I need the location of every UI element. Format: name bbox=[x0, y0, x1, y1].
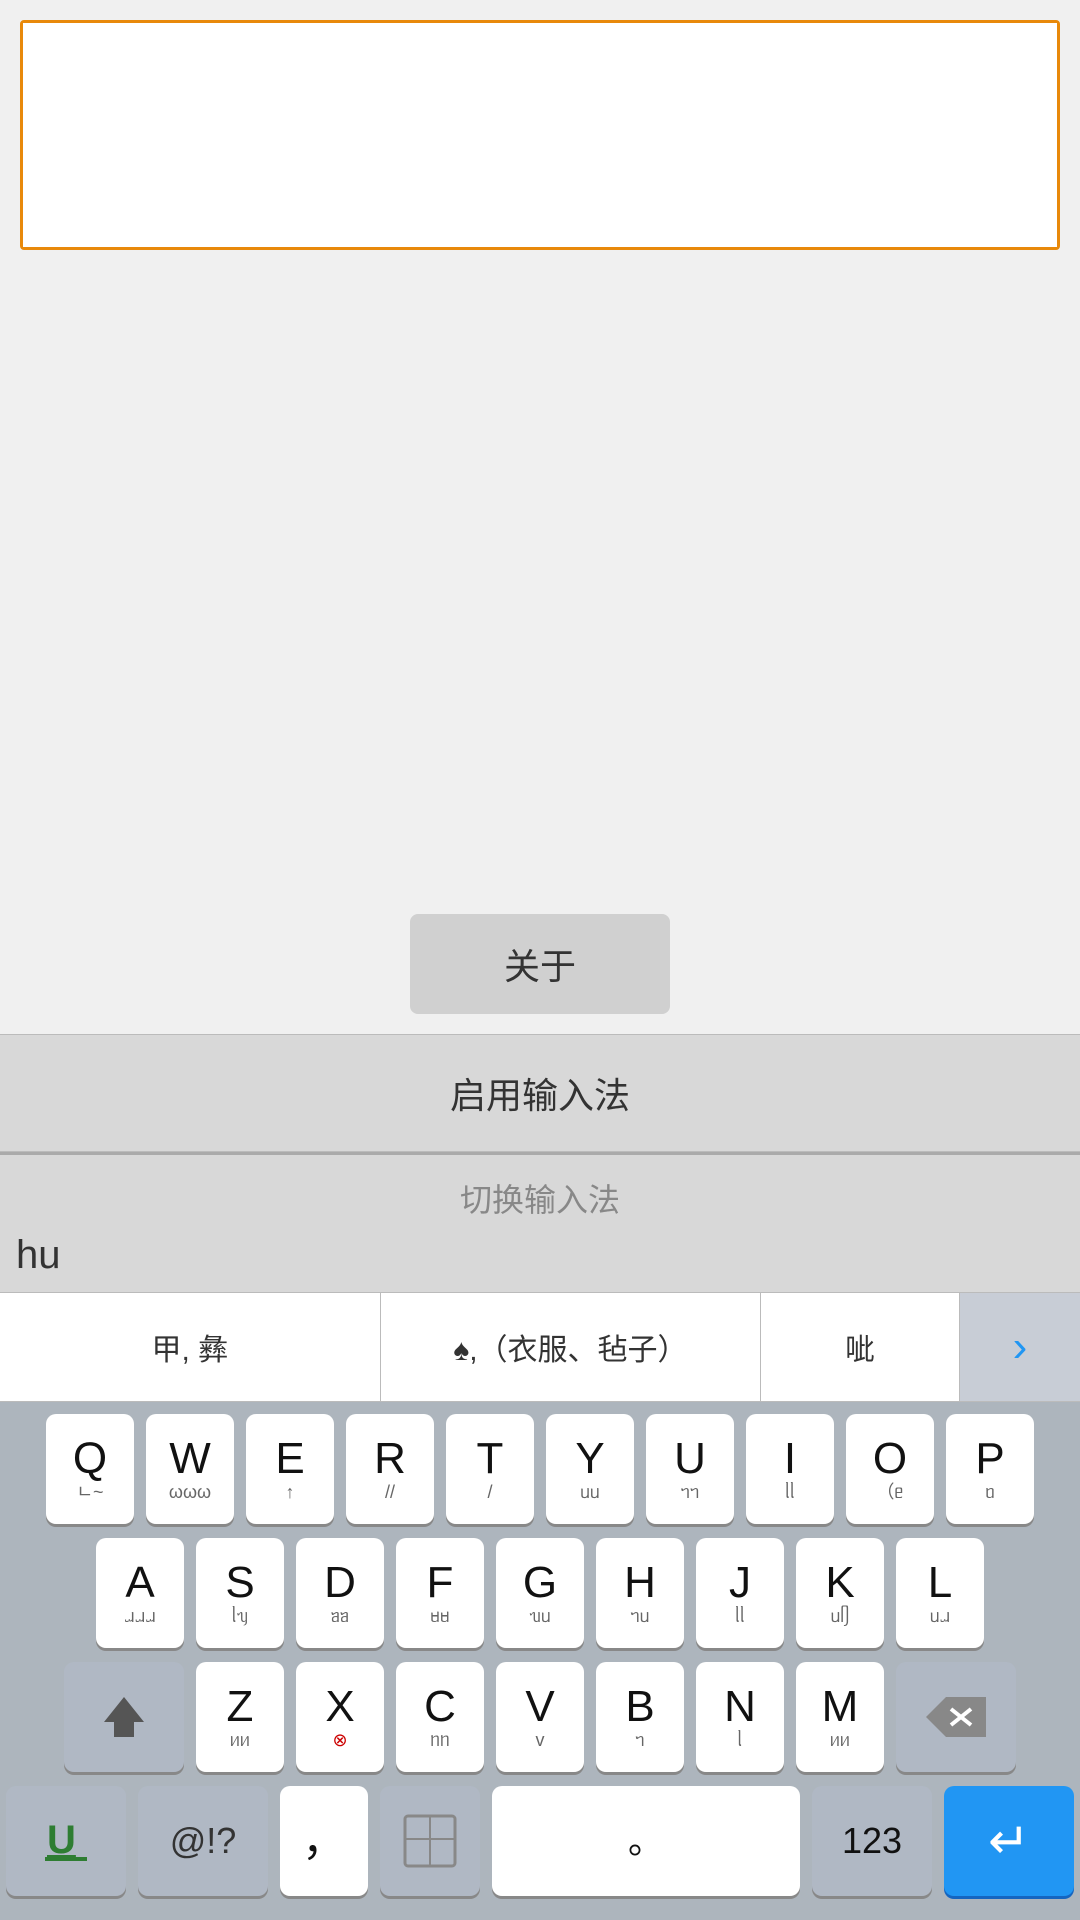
enter-icon: ↵ bbox=[988, 1812, 1030, 1870]
ime-symbol-icon bbox=[400, 1811, 460, 1871]
num-switch-key[interactable]: 123 bbox=[812, 1786, 932, 1896]
key-z[interactable]: Z ᥢᥢ bbox=[196, 1662, 284, 1772]
suggestion-text-2: 呲 bbox=[845, 1325, 875, 1369]
key-i[interactable]: I ᥣᥣ bbox=[746, 1414, 834, 1524]
ime-symbol-key[interactable] bbox=[380, 1786, 480, 1896]
key-b[interactable]: B ᥐ bbox=[596, 1662, 684, 1772]
key-l[interactable]: L ᥙᥘ bbox=[896, 1538, 984, 1648]
suggestion-text-0: 甲, 彝 bbox=[151, 1325, 228, 1369]
shift-icon bbox=[99, 1692, 149, 1742]
keyboard: Q ㄴ~ W ωωω E ↑ R // T / Y ᥙᥙ U ᥐᥐ I ᥣᥣ bbox=[0, 1402, 1080, 1920]
key-o[interactable]: O （ᥱ bbox=[846, 1414, 934, 1524]
key-x[interactable]: X ⊗ bbox=[296, 1662, 384, 1772]
suggestion-item-2[interactable]: 呲 bbox=[761, 1293, 960, 1401]
key-row-1: Q ㄴ~ W ωωω E ↑ R // T / Y ᥙᥙ U ᥐᥐ I ᥣᥣ bbox=[6, 1414, 1074, 1524]
comma-key[interactable]: ， bbox=[280, 1786, 368, 1896]
key-r[interactable]: R // bbox=[346, 1414, 434, 1524]
key-row-bottom: U @!? ， 。 123 ↵ bbox=[6, 1786, 1074, 1896]
lang-switch-key[interactable]: U bbox=[6, 1786, 126, 1896]
svg-text:U: U bbox=[47, 1818, 76, 1862]
enter-key[interactable]: ↵ bbox=[944, 1786, 1074, 1896]
key-v[interactable]: V v bbox=[496, 1662, 584, 1772]
switch-ime-label: 切换输入法 bbox=[16, 1175, 1064, 1221]
key-m[interactable]: M ᥢᥢ bbox=[796, 1662, 884, 1772]
key-p[interactable]: P ᥝ bbox=[946, 1414, 1034, 1524]
suggestion-item-1[interactable]: ♠,（衣服、毡子） bbox=[381, 1293, 762, 1401]
key-c[interactable]: C ᥒᥒ bbox=[396, 1662, 484, 1772]
suggestion-text-1: ♠,（衣服、毡子） bbox=[453, 1325, 687, 1369]
shift-key[interactable] bbox=[64, 1662, 184, 1772]
backspace-key[interactable] bbox=[896, 1662, 1016, 1772]
key-row-3: Z ᥢᥢ X ⊗ C ᥒᥒ V v B ᥐ N ᥣ M ᥢᥢ bbox=[6, 1662, 1074, 1772]
key-s[interactable]: S ᥣᥡ bbox=[196, 1538, 284, 1648]
key-g[interactable]: G ᥔᥙ bbox=[496, 1538, 584, 1648]
key-d[interactable]: D ᥑᥑ bbox=[296, 1538, 384, 1648]
key-f[interactable]: F ᥛᥛ bbox=[396, 1538, 484, 1648]
key-h[interactable]: H ᥐᥙ bbox=[596, 1538, 684, 1648]
suggestion-more-button[interactable]: › bbox=[960, 1293, 1080, 1401]
key-q[interactable]: Q ㄴ~ bbox=[46, 1414, 134, 1524]
key-t[interactable]: T / bbox=[446, 1414, 534, 1524]
key-w[interactable]: W ωωω bbox=[146, 1414, 234, 1524]
key-a[interactable]: A ᥘᥘᥘ bbox=[96, 1538, 184, 1648]
key-u[interactable]: U ᥐᥐ bbox=[646, 1414, 734, 1524]
space-key[interactable]: 。 bbox=[492, 1786, 800, 1896]
at-punct-key[interactable]: @!? bbox=[138, 1786, 268, 1896]
key-row-2: A ᥘᥘᥘ S ᥣᥡ D ᥑᥑ F ᥛᥛ G ᥔᥙ H ᥐᥙ J ᥣᥣ K ᥙᥦ bbox=[6, 1538, 1074, 1648]
spacer-area bbox=[0, 250, 1080, 894]
lang-switch-icon: U bbox=[39, 1809, 93, 1874]
key-y[interactable]: Y ᥙᥙ bbox=[546, 1414, 634, 1524]
key-n[interactable]: N ᥣ bbox=[696, 1662, 784, 1772]
text-area[interactable] bbox=[23, 23, 1057, 247]
enable-ime-button[interactable]: 启用输入法 bbox=[0, 1034, 1080, 1152]
key-e[interactable]: E ↑ bbox=[246, 1414, 334, 1524]
chevron-right-icon: › bbox=[1013, 1322, 1028, 1372]
about-button[interactable]: 关于 bbox=[410, 914, 670, 1014]
suggestion-item-0[interactable]: 甲, 彝 bbox=[0, 1293, 381, 1401]
about-section: 关于 bbox=[0, 894, 1080, 1034]
key-k[interactable]: K ᥙᥦ bbox=[796, 1538, 884, 1648]
switch-ime-section: 切换输入法 hu bbox=[0, 1152, 1080, 1292]
suggestion-bar: 甲, 彝 ♠,（衣服、毡子） 呲 › bbox=[0, 1292, 1080, 1402]
backspace-icon bbox=[926, 1697, 986, 1737]
text-input-container[interactable] bbox=[20, 20, 1060, 250]
input-text-display: hu bbox=[16, 1229, 1064, 1282]
key-j[interactable]: J ᥣᥣ bbox=[696, 1538, 784, 1648]
